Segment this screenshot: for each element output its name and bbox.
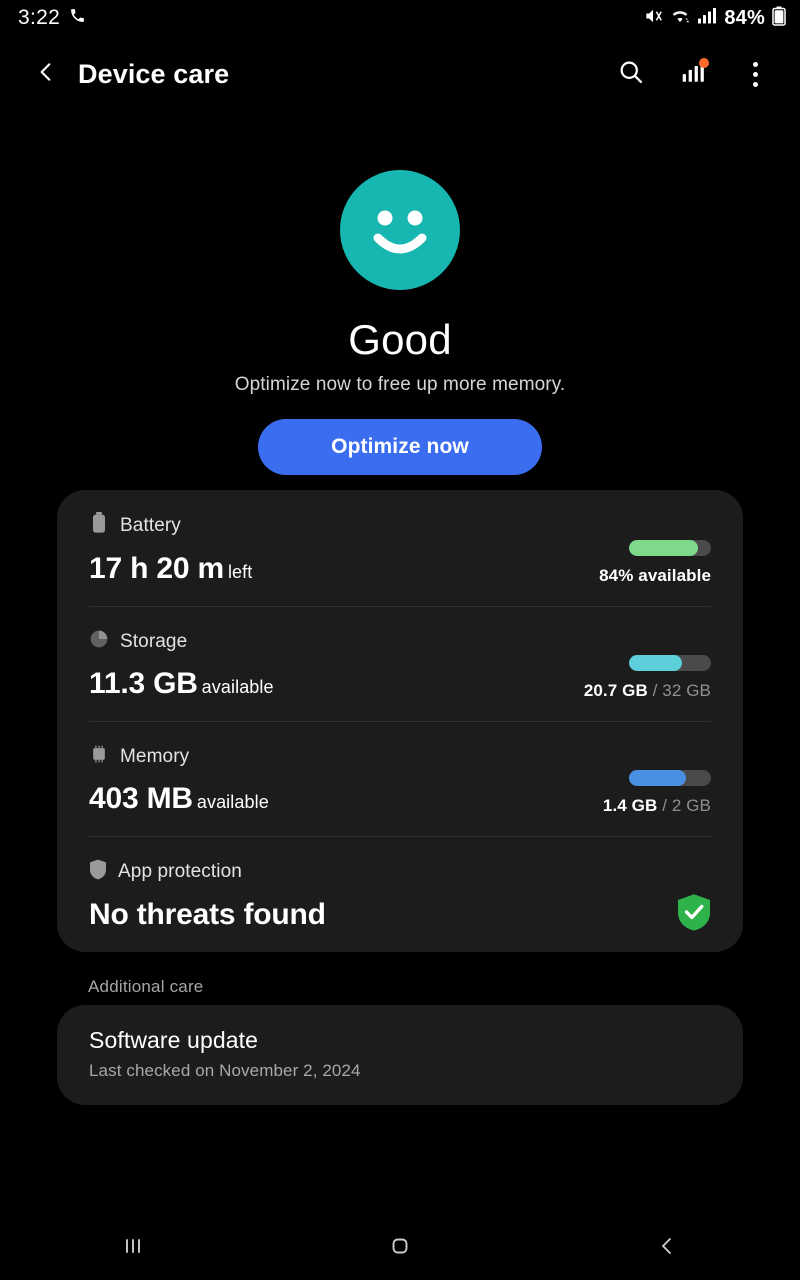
status-row-app-protection[interactable]: App protection No threats found [89,836,711,952]
mute-icon [643,6,663,31]
status-row-battery[interactable]: Battery 17 h 20 m left 84% available [89,490,711,606]
recents-icon [120,1233,146,1264]
software-update-card[interactable]: Software update Last checked on November… [57,1005,743,1105]
memory-chip-icon [89,744,109,769]
row-value-number: No threats found [89,898,326,931]
search-button[interactable] [614,57,648,91]
notification-badge [699,58,709,68]
row-label: Memory [120,745,190,767]
row-value-number: 17 h 20 m [89,552,224,585]
signal-icon [697,7,717,29]
row-meta: 20.7 GB / 32 GB [584,681,711,701]
row-meta-primary: 1.4 GB [602,796,658,815]
storage-pie-icon [89,629,109,654]
navigation-bar [0,1216,800,1280]
row-value-number: 403 MB [89,782,193,815]
status-bar: 3:22 84% [0,0,800,36]
device-status-text: Good [348,316,452,363]
progress-fill [629,540,698,556]
device-status-hero: Good Optimize now to free up more memory… [0,112,800,475]
back-button-nav[interactable] [533,1233,800,1264]
battery-icon [772,6,786,31]
status-row-memory[interactable]: Memory 403 MB available 1.4 GB / 2 GB [89,721,711,836]
status-row-storage[interactable]: Storage 11.3 GB available 20.7 GB / 32 GB [89,606,711,721]
software-update-title: Software update [89,1027,259,1053]
status-bar-right: 84% [643,6,786,31]
row-meta-secondary: / 2 GB [657,796,711,815]
wifi-icon [670,7,690,30]
row-indicator: 1.4 GB / 2 GB [603,770,711,816]
software-update-subtitle: Last checked on November 2, 2024 [89,1061,361,1080]
progress-fill [629,655,683,671]
row-header: App protection [89,859,711,885]
row-meta: 1.4 GB / 2 GB [603,796,711,816]
shield-icon [89,859,107,885]
back-icon [654,1233,680,1264]
device-status-subtitle: Optimize now to free up more memory. [234,374,566,395]
row-label: App protection [118,861,242,882]
status-bar-battery-percent: 84% [724,6,765,29]
row-meta-primary: 20.7 GB [583,681,648,700]
row-value-unit: left [227,562,253,582]
row-meta-primary: 84% available [599,566,711,585]
back-button[interactable] [26,54,66,94]
chevron-left-icon [33,59,59,90]
row-header: Battery [89,512,711,539]
row-value: No threats found [89,898,711,932]
page-title: Device care [78,58,230,89]
usage-chart-button[interactable] [676,57,710,91]
row-meta: 84% available [599,566,711,586]
progress-fill [629,770,687,786]
home-icon [387,1233,413,1264]
status-bar-left: 3:22 [18,6,86,30]
row-value-number: 11.3 GB [89,667,198,700]
row-value-unit: available [201,677,274,697]
row-header: Memory [89,744,711,769]
row-indicator: 84% available [599,540,711,586]
search-icon [617,58,645,91]
more-options-button[interactable] [738,57,772,91]
row-indicator: 20.7 GB / 32 GB [584,655,711,701]
row-header: Storage [89,629,711,654]
status-bar-clock: 3:22 [18,6,61,29]
phone-call-icon [69,7,86,29]
progress-track [629,655,711,671]
progress-track [629,770,711,786]
smiley-face-icon [340,170,460,290]
row-label: Storage [120,630,188,652]
recents-button[interactable] [0,1233,267,1264]
row-label: Battery [120,514,181,536]
additional-care-label: Additional care [88,977,204,996]
row-meta-secondary: / 32 GB [647,681,711,700]
home-button[interactable] [267,1233,534,1264]
battery-icon [89,512,109,539]
more-options-icon [752,61,758,87]
app-bar: Device care [0,36,800,112]
row-value-unit: available [196,792,269,812]
shield-check-icon [677,893,711,936]
optimize-now-button[interactable]: Optimize now [258,419,542,475]
app-bar-actions [614,57,772,91]
device-status-card: Battery 17 h 20 m left 84% available Stor… [57,490,743,952]
progress-track [629,540,711,556]
